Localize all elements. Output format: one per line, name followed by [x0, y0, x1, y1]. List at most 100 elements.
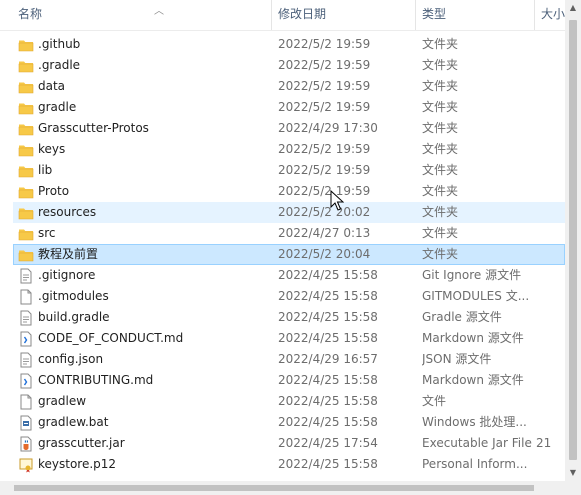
- file-size: 21: [536, 436, 552, 450]
- blank-file-icon: [18, 394, 34, 410]
- column-header-date-label: 修改日期: [278, 7, 327, 21]
- file-row[interactable]: CODE_OF_CONDUCT.md 2022/4/25 15:58 Markdow…: [13, 328, 565, 349]
- file-type: GITMODULES 文...: [422, 289, 530, 303]
- file-name: .gradle: [38, 58, 81, 72]
- file-size: [536, 371, 565, 390]
- file-name: resources: [38, 205, 97, 219]
- file-name: CONTRIBUTING.md: [38, 373, 154, 387]
- vertical-scrollbar[interactable]: ▲ ▼: [565, 0, 581, 481]
- modified-date: 2022/4/29 17:30: [278, 121, 378, 135]
- folder-row[interactable]: gradle 2022/5/2 19:59 文件夹: [13, 97, 565, 118]
- file-size: [536, 266, 565, 285]
- file-size: [536, 77, 565, 96]
- file-type: 文件夹: [422, 79, 459, 93]
- file-type: 文件夹: [422, 100, 459, 114]
- folder-icon: [18, 100, 34, 116]
- file-name: keystore.p12: [38, 457, 117, 471]
- folder-icon: [18, 226, 34, 242]
- file-row[interactable]: keystore.p12 2022/4/25 15:58 Personal Info…: [13, 454, 565, 475]
- file-type: 文件夹: [422, 37, 459, 51]
- folder-row[interactable]: 教程及前置 2022/5/2 20:04 文件夹: [13, 244, 565, 265]
- file-type: Executable Jar File: [422, 436, 532, 450]
- file-name: data: [38, 79, 66, 93]
- file-name: build.gradle: [38, 310, 110, 324]
- file-row[interactable]: build.gradle 2022/4/25 15:58 Gradle 源文件: [13, 307, 565, 328]
- file-type: JSON 源文件: [422, 352, 492, 366]
- modified-date: 2022/5/2 19:59: [278, 184, 371, 198]
- folder-icon: [18, 205, 34, 221]
- file-name: 教程及前置: [38, 247, 99, 261]
- column-header-type[interactable]: 类型: [422, 0, 530, 30]
- folder-icon: [18, 121, 34, 137]
- file-type: Markdown 源文件: [422, 331, 524, 345]
- column-header-name[interactable]: 名称 ︿: [18, 0, 268, 30]
- folder-row[interactable]: src 2022/4/27 0:13 文件夹: [13, 223, 565, 244]
- file-size: [536, 119, 565, 138]
- file-size: [536, 182, 565, 201]
- file-name: gradlew.bat: [38, 415, 109, 429]
- modified-date: 2022/4/25 15:58: [278, 331, 378, 345]
- vertical-scroll-thumb[interactable]: [569, 20, 577, 460]
- folder-row[interactable]: resources 2022/5/2 20:02 文件夹: [13, 202, 565, 223]
- folder-icon: [18, 58, 34, 74]
- modified-date: 2022/4/29 16:57: [278, 352, 378, 366]
- file-type: Windows 批处理...: [422, 415, 527, 429]
- file-name: Grasscutter-Protos: [38, 121, 149, 135]
- modified-date: 2022/4/25 15:58: [278, 415, 378, 429]
- folder-row[interactable]: .gradle 2022/5/2 19:59 文件夹: [13, 55, 565, 76]
- file-size: [536, 161, 565, 180]
- folder-row[interactable]: Grasscutter-Protos 2022/4/29 17:30 文件夹: [13, 118, 565, 139]
- column-divider[interactable]: [415, 0, 416, 30]
- file-size: [536, 308, 565, 327]
- file-size: [536, 35, 565, 54]
- folder-row[interactable]: .github 2022/5/2 19:59 文件夹: [13, 34, 565, 55]
- column-divider[interactable]: [534, 0, 535, 30]
- column-header-size[interactable]: 大小: [541, 0, 565, 30]
- file-size: [536, 350, 565, 369]
- file-row[interactable]: gradlew.bat 2022/4/25 15:58 Windows 批处理...: [13, 412, 565, 433]
- modified-date: 2022/4/25 15:58: [278, 373, 378, 387]
- file-type: 文件夹: [422, 184, 459, 198]
- file-name: .gitignore: [38, 268, 96, 282]
- file-row[interactable]: gradlew 2022/4/25 15:58 文件: [13, 391, 565, 412]
- file-type: 文件夹: [422, 142, 459, 156]
- folder-row[interactable]: keys 2022/5/2 19:59 文件夹: [13, 139, 565, 160]
- file-name: config.json: [38, 352, 104, 366]
- file-name: .gitmodules: [38, 289, 109, 303]
- source-file-icon: [18, 310, 34, 326]
- file-size: [536, 287, 565, 306]
- file-row[interactable]: .gitmodules 2022/4/25 15:58 GITMODULES 文..…: [13, 286, 565, 307]
- column-divider[interactable]: [271, 0, 272, 30]
- file-name: lib: [38, 163, 53, 177]
- folder-row[interactable]: data 2022/5/2 19:59 文件夹: [13, 76, 565, 97]
- folder-icon: [18, 247, 34, 263]
- folder-icon: [18, 163, 34, 179]
- column-header-bar: 名称 ︿ 修改日期 类型 大小: [0, 0, 565, 31]
- markdown-file-icon: [18, 373, 34, 389]
- file-type: 文件夹: [422, 247, 459, 261]
- file-name: grasscutter.jar: [38, 436, 125, 450]
- folder-row[interactable]: lib 2022/5/2 19:59 文件夹: [13, 160, 565, 181]
- file-row[interactable]: grasscutter.jar 2022/4/25 17:54 Executable…: [13, 433, 565, 454]
- file-size: [536, 98, 565, 117]
- file-row[interactable]: config.json 2022/4/29 16:57 JSON 源文件: [13, 349, 565, 370]
- folder-icon: [18, 37, 34, 53]
- source-file-icon: [18, 352, 34, 368]
- file-size: [536, 245, 565, 264]
- file-row[interactable]: .gitignore 2022/4/25 15:58 Git Ignore 源文件: [13, 265, 565, 286]
- horizontal-scroll-thumb[interactable]: [14, 485, 534, 491]
- folder-row[interactable]: Proto 2022/5/2 19:59 文件夹: [13, 181, 565, 202]
- modified-date: 2022/5/2 20:02: [278, 205, 371, 219]
- column-header-date[interactable]: 修改日期: [278, 0, 408, 30]
- modified-date: 2022/5/2 19:59: [278, 58, 371, 72]
- file-type: Gradle 源文件: [422, 310, 502, 324]
- scroll-down-arrow-icon[interactable]: ▼: [565, 465, 581, 481]
- blank-file-icon: [18, 289, 34, 305]
- file-size: [536, 455, 565, 474]
- batch-file-icon: [18, 415, 34, 431]
- scroll-up-arrow-icon[interactable]: ▲: [565, 0, 581, 16]
- horizontal-scrollbar[interactable]: [0, 481, 565, 495]
- file-type: Git Ignore 源文件: [422, 268, 522, 282]
- file-name: .github: [38, 37, 81, 51]
- file-row[interactable]: CONTRIBUTING.md 2022/4/25 15:58 Markdown 源…: [13, 370, 565, 391]
